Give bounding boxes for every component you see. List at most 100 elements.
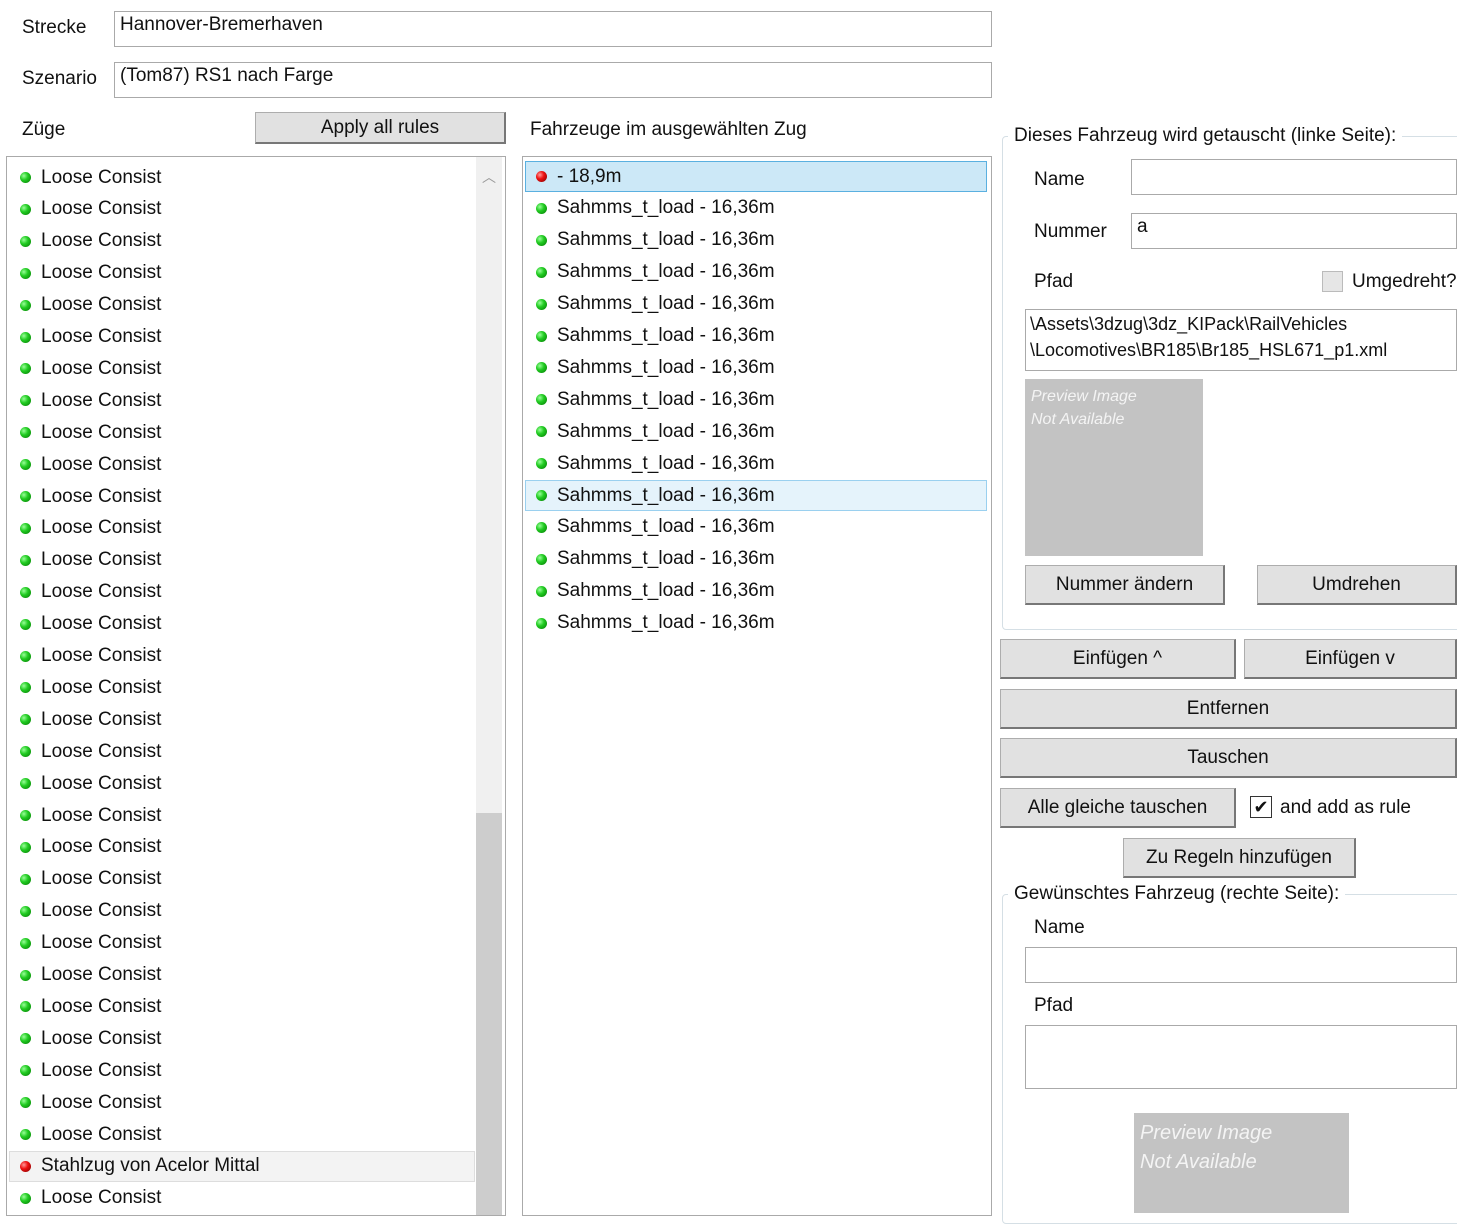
list-item[interactable]: Loose Consist xyxy=(9,513,475,544)
list-item[interactable]: Loose Consist xyxy=(9,545,475,576)
list-item[interactable]: Loose Consist xyxy=(9,641,475,672)
list-item[interactable]: Sahmms_t_load - 16,36m xyxy=(525,352,987,383)
vehicles-list[interactable]: - 18,9m Sahmms_t_load - 16,36m Sahmms_t_lo… xyxy=(522,156,992,1216)
list-item-label: Loose Consist xyxy=(41,1027,162,1049)
list-item[interactable]: Sahmms_t_load - 16,36m xyxy=(525,193,987,224)
list-item[interactable]: Loose Consist xyxy=(9,736,475,767)
list-item[interactable]: Loose Consist xyxy=(9,1055,475,1086)
trains-list[interactable]: Loose Consist Loose Consist Loose Consist L… xyxy=(6,156,506,1216)
insert-up-button[interactable]: Einfügen ^ xyxy=(1000,639,1236,679)
umgedreht-checkbox[interactable] xyxy=(1322,271,1343,292)
list-item-label: Sahmms_t_load - 16,36m xyxy=(557,325,775,346)
add-rule-label: and add as rule xyxy=(1280,797,1411,818)
insert-down-button[interactable]: Einfügen v xyxy=(1244,639,1457,679)
list-item-label: Sahmms_t_load - 16,36m xyxy=(557,484,775,506)
list-item-label: Loose Consist xyxy=(41,804,162,826)
list-item[interactable]: Stahlzug von Acelor Mittal xyxy=(9,1150,475,1182)
list-item[interactable]: Loose Consist xyxy=(9,1183,475,1214)
list-item[interactable]: Sahmms_t_load - 16,36m xyxy=(525,512,987,543)
strecke-field[interactable]: Hannover-Bremerhaven xyxy=(114,11,992,47)
list-item[interactable]: Loose Consist xyxy=(9,322,475,353)
list-item[interactable]: Loose Consist xyxy=(9,800,475,831)
left-name-field[interactable] xyxy=(1131,159,1457,195)
trains-scrollbar[interactable]: ︿ xyxy=(476,157,502,1215)
list-item[interactable]: Loose Consist xyxy=(9,194,475,225)
apply-all-rules-button[interactable]: Apply all rules xyxy=(255,112,506,144)
nummer-field[interactable]: a xyxy=(1131,213,1457,249)
list-item[interactable]: Loose Consist xyxy=(9,385,475,416)
list-item[interactable]: Loose Consist xyxy=(9,960,475,991)
list-item[interactable]: Loose Consist xyxy=(9,991,475,1022)
green-status-icon xyxy=(20,810,31,821)
list-item[interactable]: Loose Consist xyxy=(9,768,475,799)
list-item[interactable]: Sahmms_t_load - 16,36m xyxy=(525,544,987,575)
list-item[interactable]: Loose Consist xyxy=(9,1023,475,1054)
list-item-label: Loose Consist xyxy=(41,485,162,507)
green-status-icon xyxy=(20,172,31,183)
list-item[interactable]: Loose Consist xyxy=(9,896,475,927)
green-status-icon xyxy=(536,394,547,406)
green-status-icon xyxy=(536,330,547,342)
list-item-label: Loose Consist xyxy=(41,868,162,890)
list-item[interactable]: Sahmms_t_load - 16,36m xyxy=(525,289,987,320)
list-item[interactable]: Sahmms_t_load - 16,36m xyxy=(525,608,987,639)
list-item[interactable]: Loose Consist xyxy=(9,1119,475,1150)
add-rule-checkbox[interactable]: ✔ xyxy=(1250,796,1272,818)
list-item-label: Loose Consist xyxy=(41,900,162,922)
umdrehen-button[interactable]: Umdrehen xyxy=(1257,565,1457,605)
green-status-icon xyxy=(20,491,31,502)
right-pfad-field[interactable] xyxy=(1025,1025,1457,1089)
list-item[interactable]: Loose Consist xyxy=(9,672,475,703)
list-item[interactable]: Loose Consist xyxy=(9,162,475,193)
list-item[interactable]: Loose Consist xyxy=(9,290,475,321)
list-item[interactable]: Sahmms_t_load - 16,36m xyxy=(525,416,987,447)
list-item[interactable]: Sahmms_t_load - 16,36m xyxy=(525,384,987,415)
list-item[interactable]: Sahmms_t_load - 16,36m xyxy=(525,576,987,607)
swap-all-button[interactable]: Alle gleiche tauschen xyxy=(1000,788,1236,828)
list-item[interactable]: Sahmms_t_load - 16,36m xyxy=(525,225,987,256)
green-status-icon xyxy=(20,841,31,853)
list-item-label: Loose Consist xyxy=(41,453,162,475)
list-item[interactable]: Loose Consist xyxy=(9,577,475,608)
list-item[interactable]: Loose Consist xyxy=(9,449,475,480)
list-item[interactable]: Loose Consist xyxy=(9,1087,475,1118)
right-name-field[interactable] xyxy=(1025,947,1457,983)
list-item-label: Sahmms_t_load - 16,36m xyxy=(557,356,775,378)
list-item[interactable]: Loose Consist xyxy=(9,417,475,448)
list-item[interactable]: - 18,9m xyxy=(525,161,987,192)
scroll-up-icon[interactable]: ︿ xyxy=(482,167,496,187)
green-status-icon xyxy=(20,1192,31,1204)
list-item-label: Loose Consist xyxy=(41,836,162,858)
nummer-aendern-button[interactable]: Nummer ändern xyxy=(1025,565,1225,605)
green-status-icon xyxy=(536,234,547,246)
preview-text: Preview Image xyxy=(1140,1122,1273,1144)
green-status-icon xyxy=(536,585,547,597)
list-item[interactable]: Loose Consist xyxy=(9,481,475,512)
list-item[interactable]: Loose Consist xyxy=(9,353,475,384)
szenario-field[interactable]: (Tom87) RS1 nach Farge xyxy=(114,62,992,98)
list-item[interactable]: Loose Consist xyxy=(9,928,475,959)
list-item[interactable]: Sahmms_t_load - 16,36m xyxy=(525,480,987,511)
list-item[interactable]: Sahmms_t_load - 16,36m xyxy=(525,448,987,479)
remove-button[interactable]: Entfernen xyxy=(1000,689,1457,729)
add-to-rules-button[interactable]: Zu Regeln hinzufügen xyxy=(1123,838,1356,878)
list-item-label: Sahmms_t_load - 16,36m xyxy=(557,580,775,602)
list-item-label: Loose Consist xyxy=(41,645,162,666)
list-item[interactable]: Sahmms_t_load - 16,36m xyxy=(525,257,987,288)
list-item[interactable]: Loose Consist xyxy=(9,704,475,735)
left-pfad-field[interactable]: \Assets\3dzug\3dz_KIPack\RailVehicles \L… xyxy=(1025,309,1457,371)
list-item-label: Loose Consist xyxy=(41,995,162,1017)
list-item[interactable]: Sahmms_t_load - 16,36m xyxy=(525,321,987,352)
list-item[interactable]: Loose Consist xyxy=(9,258,475,289)
list-item[interactable]: Loose Consist xyxy=(9,832,475,863)
scrollbar-thumb[interactable] xyxy=(476,813,502,1215)
green-status-icon xyxy=(20,299,31,311)
list-item[interactable]: Loose Consist xyxy=(9,609,475,640)
preview-text: Not Available xyxy=(1031,411,1125,428)
list-item[interactable]: Loose Consist xyxy=(9,864,475,895)
swap-button[interactable]: Tauschen xyxy=(1000,738,1457,778)
green-status-icon xyxy=(20,363,31,375)
green-status-icon xyxy=(20,427,31,439)
list-item[interactable]: Loose Consist xyxy=(9,226,475,257)
list-item-label: Sahmms_t_load - 16,36m xyxy=(557,452,775,474)
